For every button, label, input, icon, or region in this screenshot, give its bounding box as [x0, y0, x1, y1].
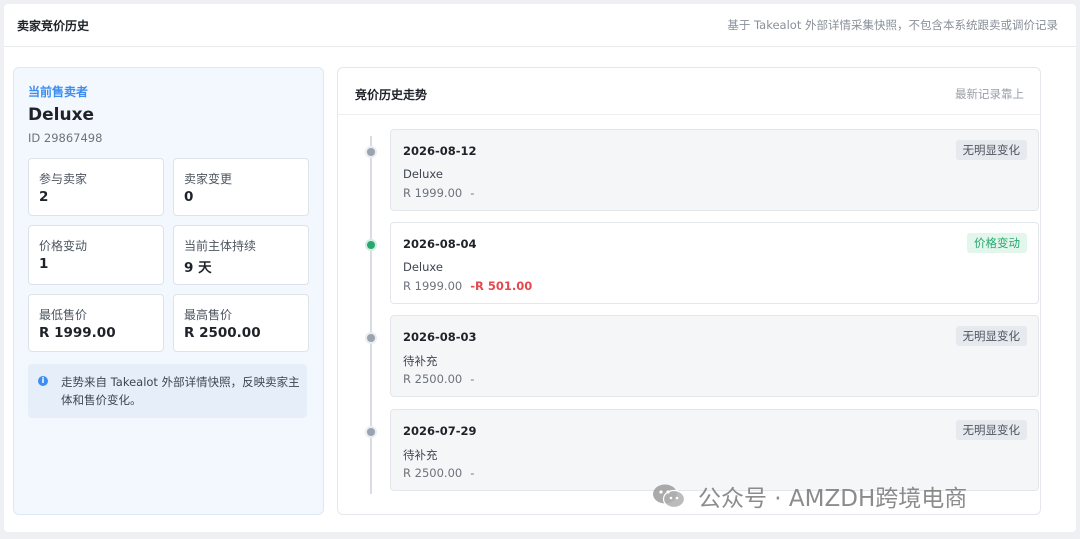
- record-price: R 2500.00: [403, 372, 463, 386]
- record-change: -R 501.00: [470, 279, 533, 293]
- stat-value: 0: [184, 189, 194, 205]
- stat-value: 2: [39, 189, 49, 205]
- stat-card-min-price: 最低售价 R 1999.00: [28, 294, 164, 352]
- record-date: 2026-07-29: [403, 424, 477, 438]
- record-price-row: R 2500.00-: [403, 372, 474, 386]
- history-record: 2026-08-04 Deluxe R 1999.00 -R 501.00 价格变…: [390, 222, 1039, 304]
- record-seller: Deluxe: [403, 167, 443, 181]
- record-price: R 1999.00: [403, 186, 463, 200]
- record-price-row: R 2500.00-: [403, 466, 474, 480]
- wechat-icon: [653, 484, 686, 509]
- record-price: R 2500.00: [403, 466, 463, 480]
- stat-label: 价格变动: [39, 239, 88, 253]
- header-note: 基于 Takealot 外部详情采集快照，不包含本系统跟卖或调价记录: [727, 18, 1058, 32]
- stat-label: 参与卖家: [39, 172, 88, 186]
- record-change: -: [470, 372, 475, 386]
- stat-value: R 2500.00: [184, 325, 261, 341]
- record-date: 2026-08-04: [403, 237, 477, 251]
- stat-card-price-changes: 价格变动 1: [28, 225, 164, 285]
- info-note: i 走势来自 Takealot 外部详情快照，反映卖家主体和售价变化。: [28, 364, 307, 418]
- status-badge: 无明显变化: [955, 420, 1027, 440]
- trend-title: 竞价历史走势: [355, 88, 428, 102]
- timeline-line: [370, 136, 372, 494]
- status-badge: 无明显变化: [955, 140, 1027, 160]
- timeline-dot: [365, 146, 377, 158]
- trend-panel: 竞价历史走势 最新记录靠上 2026-08-12 Deluxe R 1999.0…: [337, 67, 1041, 515]
- info-text: 走势来自 Takealot 外部详情快照，反映卖家主体和售价变化。: [61, 375, 300, 407]
- history-record: 2026-08-12 Deluxe R 1999.00- 无明显变化: [390, 129, 1039, 211]
- timeline-dot: [365, 332, 377, 344]
- stat-card-max-price: 最高售价 R 2500.00: [173, 294, 309, 352]
- stat-label: 最高售价: [184, 308, 233, 322]
- stat-card-seller-changes: 卖家变更 0: [173, 158, 309, 216]
- record-price: R 1999.00: [403, 279, 463, 293]
- current-seller-panel: 当前售卖者 Deluxe ID 29867498 参与卖家 2 卖家变更 0 价…: [13, 67, 324, 515]
- stat-label: 卖家变更: [184, 172, 233, 186]
- status-badge: 无明显变化: [955, 326, 1027, 346]
- record-date: 2026-08-12: [403, 144, 477, 158]
- stat-value: 9 天: [184, 260, 212, 276]
- stat-label: 当前主体持续: [184, 239, 257, 253]
- current-seller-label: 当前售卖者: [28, 85, 89, 99]
- page-title: 卖家竞价历史: [17, 19, 90, 33]
- stat-card-current-duration: 当前主体持续 9 天: [173, 225, 309, 285]
- stat-label: 最低售价: [39, 308, 88, 322]
- trend-sort-note: 最新记录靠上: [955, 87, 1024, 101]
- trend-header: 竞价历史走势 最新记录靠上: [338, 68, 1040, 115]
- watermark: 公众号 · AMZDH跨境电商: [652, 481, 968, 512]
- seller-name: Deluxe: [28, 105, 95, 125]
- record-seller: 待补充: [403, 354, 438, 368]
- record-seller: 待补充: [403, 448, 438, 462]
- timeline-dot-active: [365, 239, 377, 251]
- status-badge: 价格变动: [967, 233, 1027, 253]
- watermark-text: 公众号 · AMZDH跨境电商: [698, 486, 968, 512]
- record-price-row: R 1999.00 -R 501.00: [403, 279, 532, 293]
- info-icon: i: [38, 376, 48, 386]
- record-change: -: [470, 466, 475, 480]
- stat-value: R 1999.00: [39, 325, 116, 341]
- record-seller: Deluxe: [403, 260, 443, 274]
- stat-value: 1: [39, 256, 49, 272]
- record-date: 2026-08-03: [403, 330, 477, 344]
- history-record: 2026-08-03 待补充 R 2500.00- 无明显变化: [390, 315, 1039, 397]
- seller-id: ID 29867498: [28, 131, 103, 145]
- timeline-dot: [365, 426, 377, 438]
- record-price-row: R 1999.00-: [403, 186, 474, 200]
- stat-card-sellers: 参与卖家 2: [28, 158, 164, 216]
- header-bar: 卖家竞价历史 基于 Takealot 外部详情采集快照，不包含本系统跟卖或调价记…: [4, 4, 1076, 47]
- record-change: -: [470, 186, 475, 200]
